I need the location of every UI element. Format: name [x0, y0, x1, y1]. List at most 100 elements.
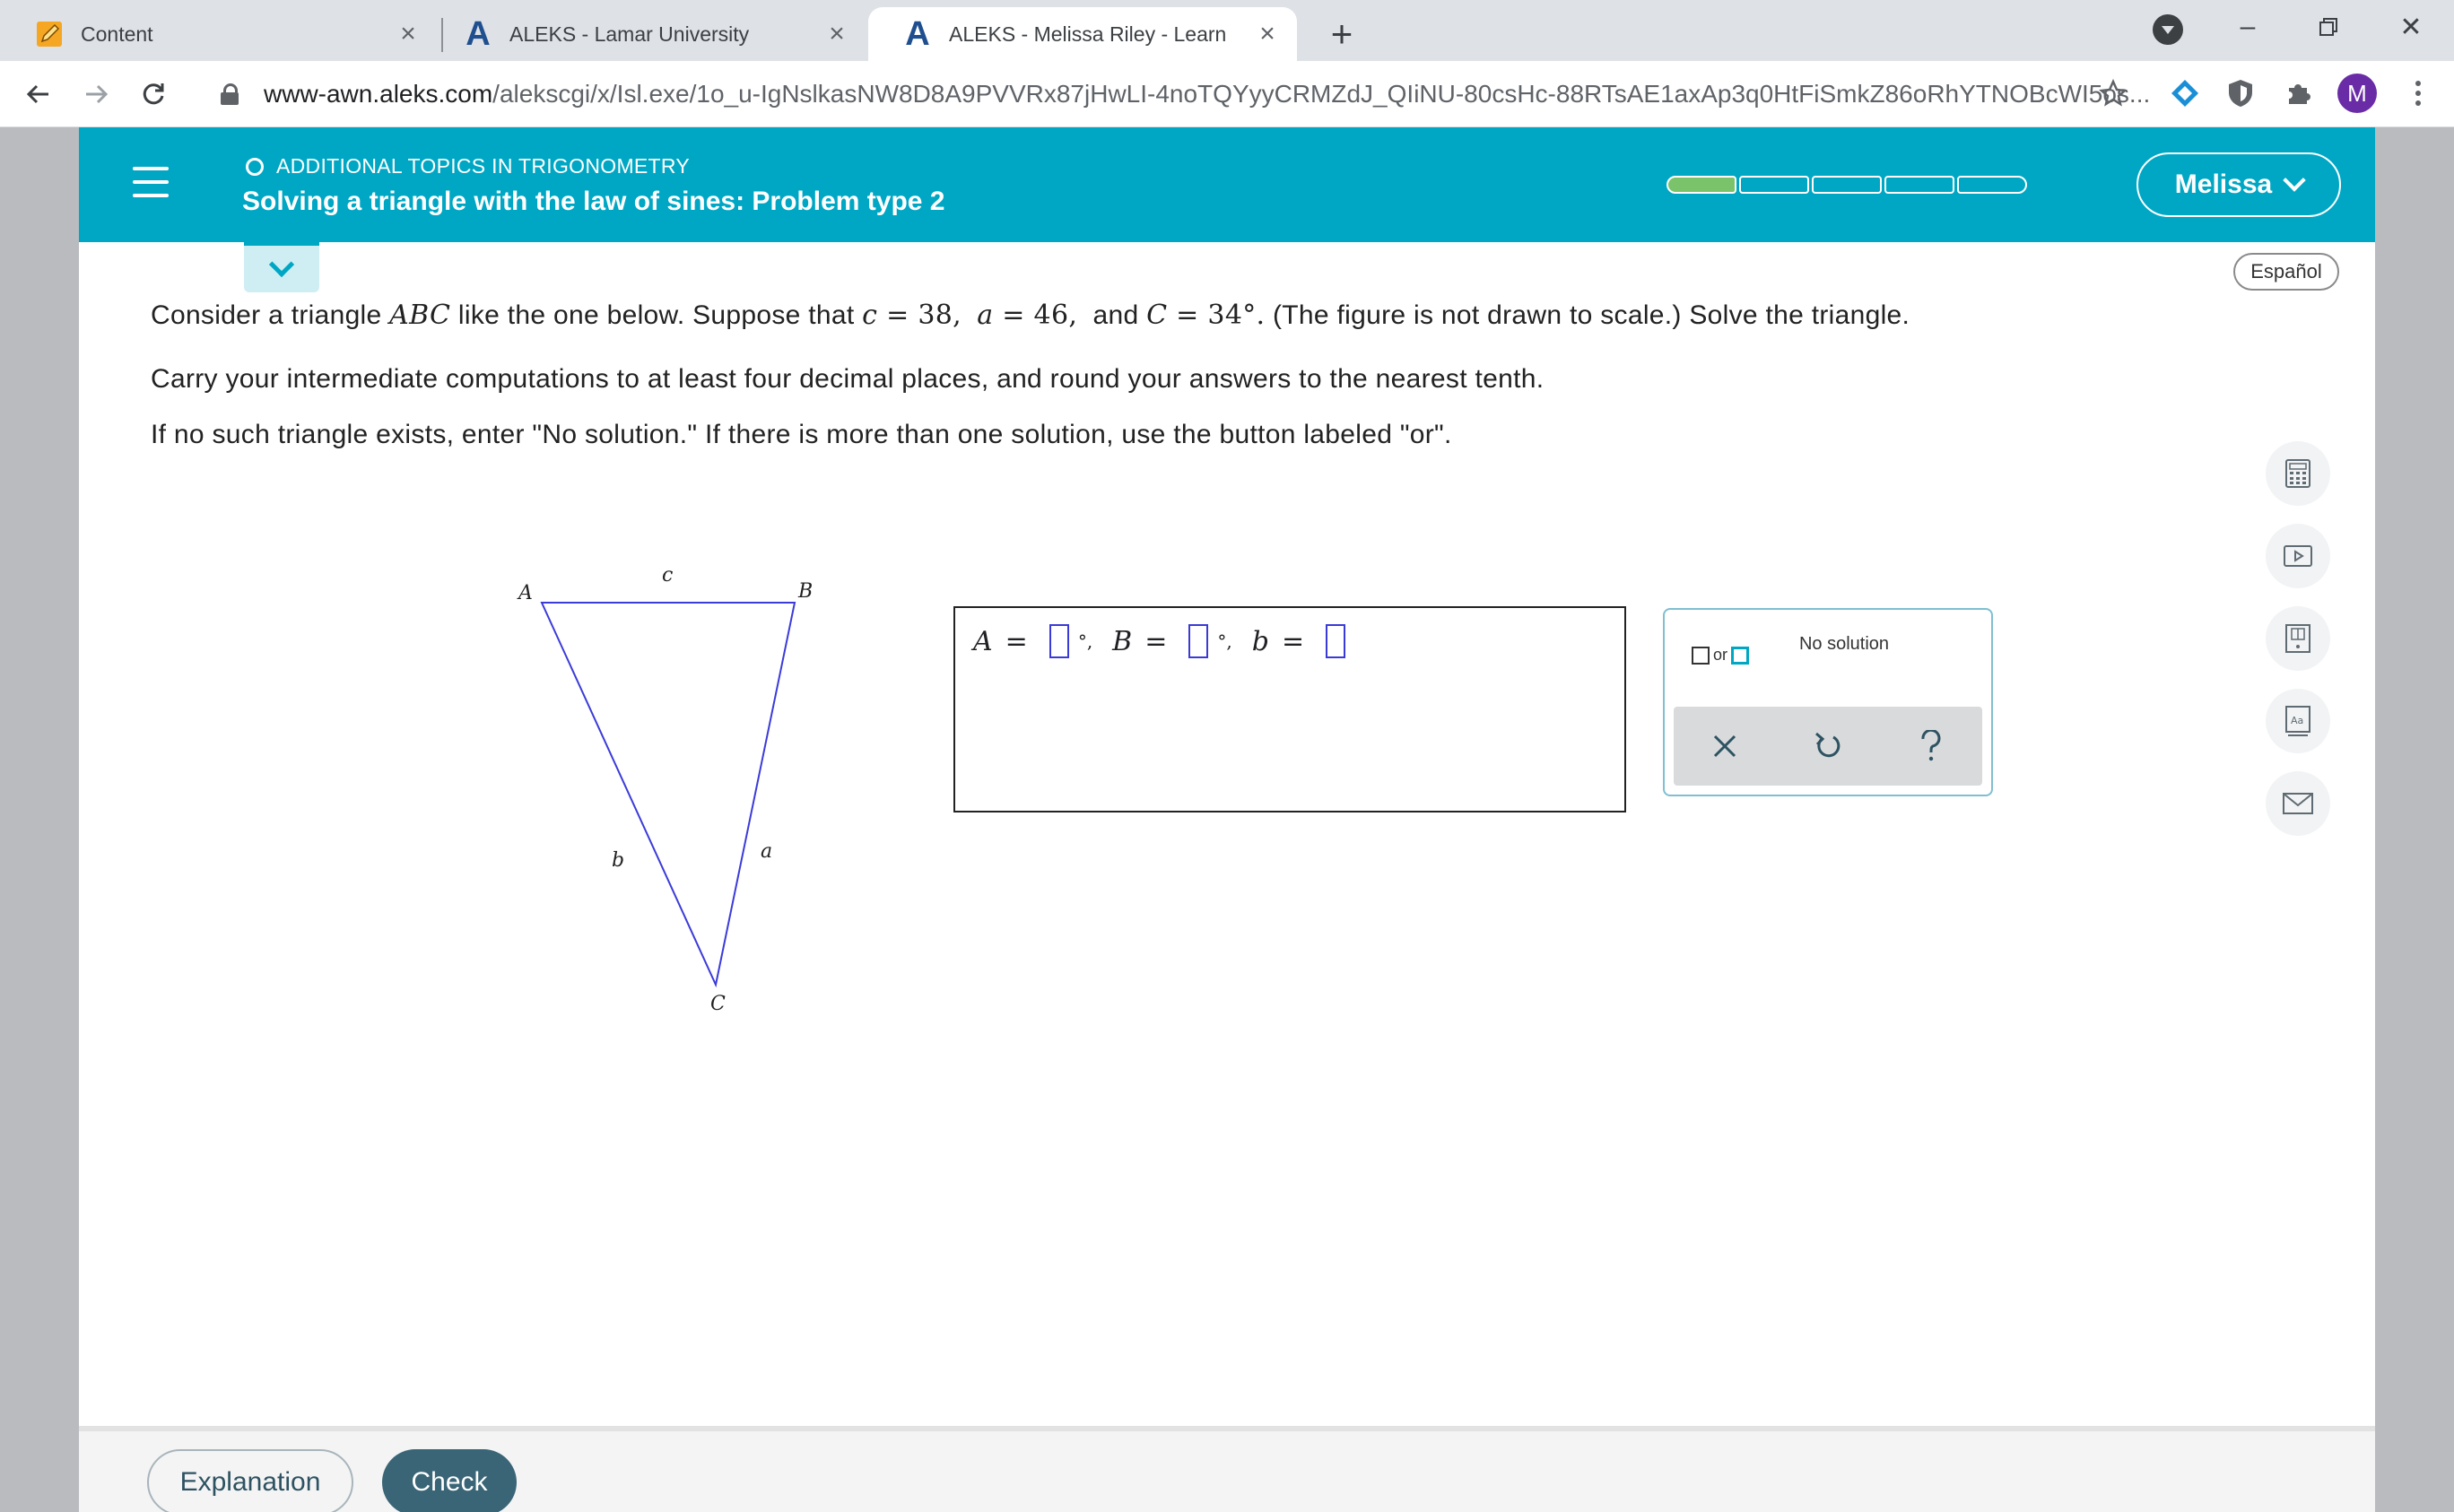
side-a-label: a	[761, 840, 772, 863]
value-c: = 38,	[877, 300, 962, 331]
aleks-icon: A	[905, 14, 930, 53]
clear-icon[interactable]	[1698, 719, 1752, 773]
undo-icon[interactable]	[1801, 719, 1855, 773]
calculator-icon[interactable]	[2266, 441, 2330, 506]
pencil-icon	[34, 19, 65, 49]
check-button[interactable]: Check	[382, 1449, 517, 1512]
chevron-down-icon	[2283, 169, 2306, 192]
angle-B-input[interactable]	[1188, 624, 1209, 658]
user-menu-button[interactable]: Melissa	[2136, 152, 2341, 217]
svg-text:Aa: Aa	[2291, 715, 2303, 726]
keypad-actions	[1674, 707, 1982, 786]
equals-sign: =	[1281, 625, 1305, 657]
topic-heading: ADDITIONAL TOPICS IN TRIGONOMETRY	[246, 154, 690, 178]
answer-row: A = °, B = °, b =	[973, 624, 1354, 658]
reload-icon[interactable]	[133, 74, 174, 115]
dictionary-icon[interactable]: Aa	[2266, 689, 2330, 753]
vertex-B-label: B	[797, 580, 813, 603]
textbook-icon[interactable]	[2266, 606, 2330, 671]
close-tab-icon[interactable]: ×	[1252, 19, 1283, 49]
problem-text: like the one below. Suppose that	[450, 300, 863, 330]
topic-label: ADDITIONAL TOPICS IN TRIGONOMETRY	[276, 154, 691, 178]
triangle-name: ABC	[389, 300, 451, 331]
aleks-app: ADDITIONAL TOPICS IN TRIGONOMETRY Solvin…	[79, 127, 2375, 1512]
angle-A-input[interactable]	[1049, 624, 1069, 658]
vertex-C-label: C	[710, 993, 726, 1015]
tab-title: ALEKS - Melissa Riley - Learn	[949, 22, 1227, 46]
equals-sign: =	[1005, 625, 1028, 657]
triangle-figure: A B C c a b	[517, 569, 813, 1015]
var-C: C	[1146, 300, 1168, 331]
problem-text: and	[1092, 300, 1147, 330]
back-icon[interactable]	[18, 74, 59, 115]
close-tab-icon[interactable]: ×	[393, 19, 423, 49]
message-icon[interactable]	[2266, 771, 2330, 836]
or-button[interactable]: or	[1692, 646, 1750, 665]
vertex-A-label: A	[517, 582, 533, 604]
hamburger-menu-icon[interactable]	[133, 167, 169, 197]
minimize-icon[interactable]: –	[2221, 7, 2275, 47]
explanation-button[interactable]: Explanation	[147, 1449, 353, 1512]
tab-aleks-learn[interactable]: A ALEKS - Melissa Riley - Learn ×	[868, 7, 1297, 61]
restore-icon[interactable]	[2302, 7, 2355, 47]
lock-icon	[221, 83, 239, 105]
box-icon	[1731, 646, 1750, 665]
url-path: /alekscgi/x/Isl.exe/1o_u-IgNslkasNW8D8A9…	[492, 80, 2151, 108]
progress-segment	[1884, 176, 1954, 194]
degree-sign: °,	[1077, 630, 1093, 652]
value-a: = 46,	[993, 300, 1078, 331]
extensions-puzzle-icon[interactable]	[2280, 75, 2316, 111]
extension-shield-icon[interactable]	[2223, 75, 2258, 111]
side-b-label: b	[612, 849, 624, 872]
browser-toolbar: www-awn.aleks.com/alekscgi/x/Isl.exe/1o_…	[0, 61, 2454, 127]
answer-A-label: A	[973, 625, 993, 657]
language-toggle-button[interactable]: Español	[2233, 253, 2339, 291]
browser-menu-icon[interactable]	[2400, 75, 2436, 111]
triangle-outline	[540, 602, 796, 988]
or-label: or	[1713, 646, 1728, 664]
progress-bar	[1666, 176, 2030, 194]
forward-icon[interactable]	[75, 74, 117, 115]
value-C: = 34°.	[1167, 300, 1266, 331]
equals-sign: =	[1144, 625, 1168, 657]
tab-title: ALEKS - Lamar University	[509, 22, 750, 46]
progress-segment	[1957, 176, 2027, 194]
box-icon	[1692, 646, 1710, 665]
address-bar[interactable]: www-awn.aleks.com/alekscgi/x/Isl.exe/1o_…	[199, 68, 2154, 120]
answer-box[interactable]: A = °, B = °, b =	[953, 606, 1626, 812]
aleks-icon: A	[466, 14, 491, 53]
var-a: a	[977, 300, 994, 331]
aleks-header: ADDITIONAL TOPICS IN TRIGONOMETRY Solvin…	[79, 127, 2375, 242]
side-b-input[interactable]	[1326, 624, 1346, 658]
new-tab-button[interactable]: +	[1320, 13, 1363, 56]
progress-segment	[1739, 176, 1809, 194]
problem-text: Consider a triangle	[151, 300, 390, 330]
side-toolbar: Aa	[2266, 441, 2330, 854]
tab-content[interactable]: Content ×	[0, 7, 438, 61]
url-host: www-awn.aleks.com	[264, 80, 493, 108]
progress-segment	[1812, 176, 1882, 194]
problem-statement-line-3: If no such triangle exists, enter "No so…	[151, 420, 1452, 449]
collapse-toggle-button[interactable]	[244, 242, 319, 292]
problem-statement-line-1: Consider a triangle ABC like the one bel…	[151, 300, 1910, 331]
side-c-label: c	[662, 569, 673, 587]
answer-B-label: B	[1112, 625, 1133, 657]
help-icon[interactable]	[1904, 719, 1958, 773]
answer-keypad: or No solution	[1663, 608, 1993, 796]
var-c: c	[862, 300, 878, 331]
close-window-icon[interactable]: ✕	[2384, 7, 2438, 47]
bookmark-star-icon[interactable]	[2095, 75, 2131, 111]
footer-bar: Explanation Check	[79, 1426, 2375, 1512]
close-tab-icon[interactable]: ×	[822, 19, 852, 49]
extension-diamond-icon[interactable]	[2167, 75, 2203, 111]
tab-search-icon[interactable]	[2153, 14, 2183, 45]
no-solution-button[interactable]: No solution	[1781, 635, 1907, 654]
profile-avatar[interactable]: M	[2337, 74, 2377, 113]
tab-aleks-lamar[interactable]: A ALEKS - Lamar University ×	[429, 7, 866, 61]
progress-segment	[1666, 176, 1736, 194]
lesson-title: Solving a triangle with the law of sines…	[242, 187, 945, 216]
degree-sign: °,	[1217, 630, 1232, 652]
video-icon[interactable]	[2266, 524, 2330, 588]
answer-b-label: b	[1251, 625, 1269, 657]
chevron-down-icon	[268, 251, 295, 278]
